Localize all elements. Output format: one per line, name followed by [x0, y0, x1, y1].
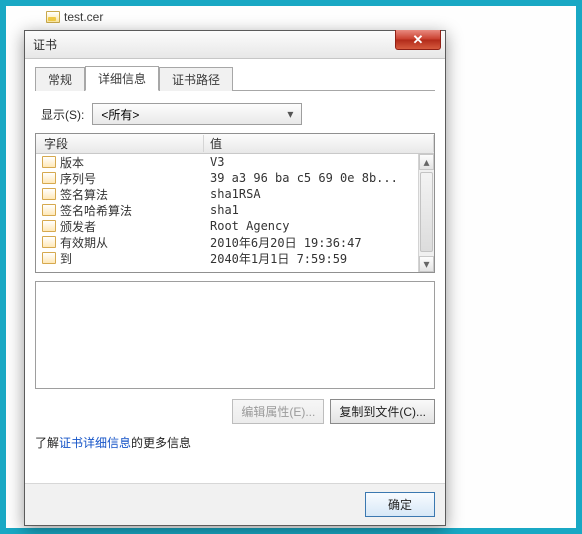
row-value: 39 a3 96 ba c5 69 0e 8b... — [204, 171, 434, 185]
table-row[interactable]: 到 2040年1月1日 7:59:59 — [36, 250, 434, 266]
col-header-value[interactable]: 值 — [204, 135, 434, 152]
property-icon — [42, 236, 56, 248]
desktop-file[interactable]: test.cer — [46, 10, 103, 24]
close-button[interactable]: ✕ — [395, 30, 441, 50]
list-body: 版本 V3 序列号 39 a3 96 ba c5 69 0e 8b... 签名算… — [36, 154, 434, 272]
row-value: 2010年6月20日 19:36:47 — [204, 234, 434, 251]
table-row[interactable]: 有效期从 2010年6月20日 19:36:47 — [36, 234, 434, 250]
property-icon — [42, 172, 56, 184]
show-select[interactable]: <所有> ▾ — [92, 103, 302, 125]
row-value: Root Agency — [204, 219, 434, 233]
learnmore-link[interactable]: 证书详细信息 — [59, 436, 131, 450]
row-value: 2040年1月1日 7:59:59 — [204, 250, 434, 267]
chevron-up-icon: ▴ — [423, 155, 429, 169]
tab-details[interactable]: 详细信息 — [85, 66, 159, 91]
tab-general[interactable]: 常规 — [35, 67, 85, 91]
row-field: 有效期从 — [60, 234, 204, 251]
table-row[interactable]: 序列号 39 a3 96 ba c5 69 0e 8b... — [36, 170, 434, 186]
scroll-up-button[interactable]: ▴ — [419, 154, 434, 170]
certificate-dialog: 证书 ✕ 常规 详细信息 证书路径 显示(S): <所有> ▾ 字段 — [24, 30, 446, 526]
row-field: 颁发者 — [60, 218, 204, 235]
learnmore-suffix: 的更多信息 — [131, 436, 191, 450]
titlebar[interactable]: 证书 ✕ — [25, 31, 445, 59]
dialog-footer: 确定 — [25, 483, 445, 525]
row-field: 版本 — [60, 154, 204, 171]
fields-list: 字段 值 版本 V3 序列号 39 a3 96 ba c5 69 0e 8b..… — [35, 133, 435, 273]
learn-more-line: 了解证书详细信息的更多信息 — [35, 434, 435, 451]
close-icon: ✕ — [413, 32, 424, 48]
row-value: sha1RSA — [204, 187, 434, 201]
row-value: sha1 — [204, 203, 434, 217]
show-label: 显示(S): — [41, 106, 84, 123]
desktop-file-name: test.cer — [64, 10, 103, 24]
dialog-body: 常规 详细信息 证书路径 显示(S): <所有> ▾ 字段 值 — [25, 59, 445, 483]
property-icon — [42, 220, 56, 232]
chevron-down-icon: ▾ — [283, 107, 297, 121]
row-field: 签名哈希算法 — [60, 202, 204, 219]
table-row[interactable]: 签名哈希算法 sha1 — [36, 202, 434, 218]
property-icon — [42, 188, 56, 200]
learnmore-prefix: 了解 — [35, 436, 59, 450]
property-icon — [42, 156, 56, 168]
certificate-file-icon — [46, 11, 60, 23]
edit-properties-button: 编辑属性(E)... — [232, 399, 324, 424]
button-row: 编辑属性(E)... 复制到文件(C)... — [35, 399, 435, 424]
ok-button[interactable]: 确定 — [365, 492, 435, 517]
show-row: 显示(S): <所有> ▾ — [41, 103, 435, 125]
list-header: 字段 值 — [36, 134, 434, 154]
table-row[interactable]: 版本 V3 — [36, 154, 434, 170]
scroll-down-button[interactable]: ▾ — [419, 256, 434, 272]
tab-certpath[interactable]: 证书路径 — [159, 67, 233, 91]
chevron-down-icon: ▾ — [423, 257, 429, 271]
copy-to-file-button[interactable]: 复制到文件(C)... — [330, 399, 435, 424]
row-field: 序列号 — [60, 170, 204, 187]
property-icon — [42, 252, 56, 264]
tabstrip: 常规 详细信息 证书路径 — [35, 67, 435, 91]
col-header-field[interactable]: 字段 — [36, 135, 204, 152]
property-icon — [42, 204, 56, 216]
show-select-value: <所有> — [101, 106, 139, 123]
scroll-thumb[interactable] — [420, 172, 433, 252]
dialog-title: 证书 — [33, 36, 57, 53]
scrollbar[interactable]: ▴ ▾ — [418, 154, 434, 272]
row-field: 签名算法 — [60, 186, 204, 203]
row-field: 到 — [60, 250, 204, 267]
table-row[interactable]: 签名算法 sha1RSA — [36, 186, 434, 202]
row-value: V3 — [204, 155, 434, 169]
table-row[interactable]: 颁发者 Root Agency — [36, 218, 434, 234]
detail-textbox[interactable] — [35, 281, 435, 389]
